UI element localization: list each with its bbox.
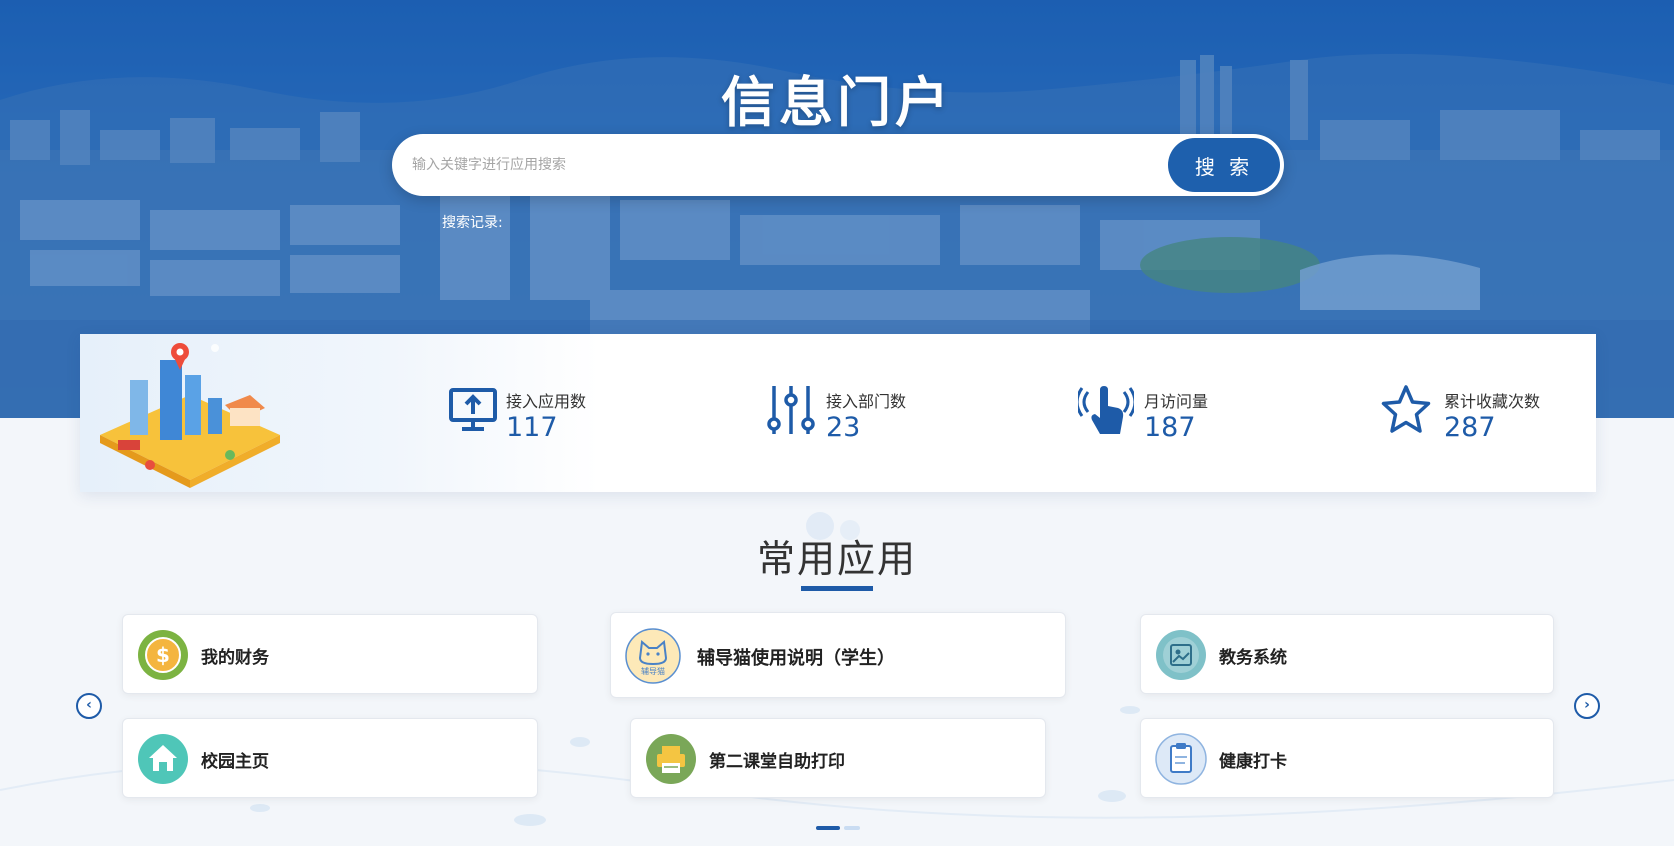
chevron-right-icon: ›: [1584, 697, 1590, 713]
page-title: 信息门户: [721, 71, 953, 134]
star-icon: [1381, 385, 1431, 433]
app-card-cat-guide[interactable]: 辅导猫 辅导猫使用说明（学生）: [610, 612, 1066, 698]
stat-favorites: 累计收藏次数 287: [1380, 384, 1580, 444]
chevron-left-icon: ‹: [86, 697, 92, 713]
home-icon: [138, 734, 188, 784]
app-label: 健康打卡: [1219, 752, 1287, 772]
stat-monthly-visits: 月访问量 187: [1078, 384, 1278, 444]
stat-apps-value: 117: [506, 412, 558, 443]
app-card-health[interactable]: 健康打卡: [1140, 718, 1554, 798]
stat-departments-label: 接入部门数: [826, 392, 907, 411]
app-label: 第二课堂自助打印: [709, 752, 845, 772]
search-box: 搜 索: [392, 134, 1284, 196]
carousel-page-dot-2[interactable]: [844, 826, 860, 830]
stat-monthly-visits-label: 月访问量: [1144, 392, 1209, 411]
search-input[interactable]: [412, 144, 1152, 186]
app-card-academic[interactable]: 教务系统: [1140, 614, 1554, 694]
stat-departments-value: 23: [826, 412, 861, 443]
carousel-page-dot-1[interactable]: [816, 826, 840, 830]
app-label: 我的财务: [201, 648, 269, 668]
app-card-print[interactable]: 第二课堂自助打印: [630, 718, 1046, 798]
carousel-prev-button[interactable]: ‹: [76, 693, 102, 719]
app-card-finance[interactable]: $ 我的财务: [122, 614, 538, 694]
search-button[interactable]: 搜 索: [1168, 138, 1280, 192]
stat-favorites-value: 287: [1444, 412, 1496, 443]
app-label: 教务系统: [1219, 648, 1287, 668]
section-underline: [801, 586, 873, 591]
clipboard-icon: [1155, 733, 1207, 785]
monitor-upload-icon: [449, 388, 497, 431]
stat-apps: 接入应用数 117: [448, 384, 648, 444]
touch-hand-icon: [1078, 386, 1134, 434]
carousel-next-button[interactable]: ›: [1574, 693, 1600, 719]
city-illustration-icon: [100, 343, 280, 488]
search-history-label: 搜索记录:: [442, 215, 503, 231]
finance-coin-icon: $: [138, 630, 188, 680]
app-label: 辅导猫使用说明（学生）: [697, 648, 895, 669]
cat-logo-text: 辅导猫: [641, 666, 665, 676]
stat-favorites-label: 累计收藏次数: [1444, 392, 1541, 411]
stat-departments: 接入部门数 23: [766, 384, 966, 444]
academic-system-icon: [1156, 630, 1206, 680]
printer-icon: [646, 734, 696, 784]
app-card-campus-home[interactable]: 校园主页: [122, 718, 538, 798]
app-label: 校园主页: [201, 752, 269, 772]
stats-panel: 接入应用数 117 接入部门数 23 月访问量 187 累计收藏次数 287: [80, 334, 1596, 492]
stat-apps-label: 接入应用数: [506, 392, 587, 411]
stat-monthly-visits-value: 187: [1144, 412, 1196, 443]
section-title: 常用应用: [756, 537, 917, 581]
sliders-icon: [767, 386, 815, 434]
cat-logo-icon: 辅导猫: [625, 628, 681, 684]
svg-text:$: $: [156, 643, 170, 667]
